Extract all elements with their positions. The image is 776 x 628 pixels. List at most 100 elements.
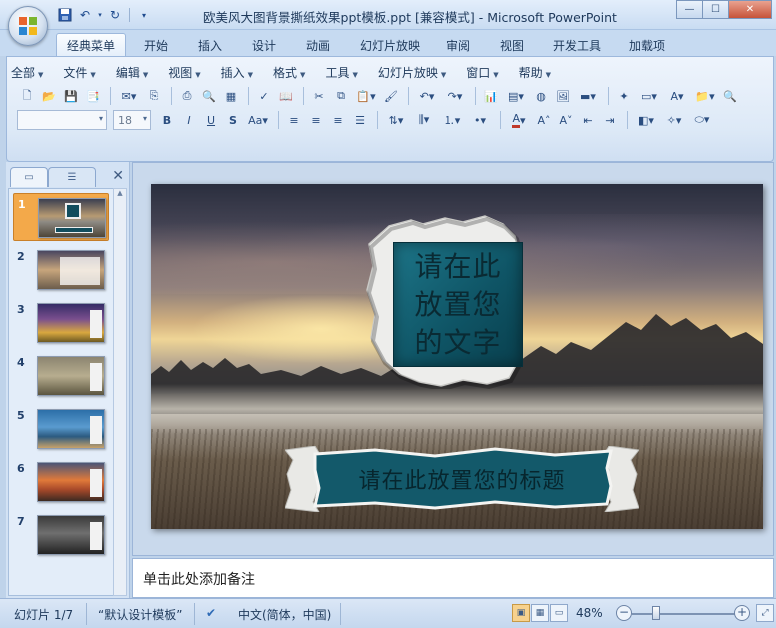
main-text[interactable]: 请在此 放置您 的文字 [393, 248, 523, 362]
shapes-icon[interactable]: ⬭▾ [689, 110, 715, 130]
tab-addins[interactable]: 加载项 [620, 34, 674, 56]
scroll-up-icon[interactable]: ▲ [114, 189, 126, 201]
close-pane-icon[interactable]: ✕ [112, 168, 124, 184]
slide-thumbnail-2[interactable]: 2 [13, 246, 109, 294]
save-icon[interactable]: 💾 [61, 86, 81, 106]
zoom-level[interactable]: 48% [576, 606, 603, 620]
chart-icon[interactable]: 📊 [481, 86, 501, 106]
slide-thumbnail-7[interactable]: 7 [13, 511, 109, 559]
customize-qat-icon[interactable]: ▾ [135, 6, 153, 24]
theme-name[interactable]: “默认设计模板” [98, 606, 182, 623]
zoom-slider[interactable] [632, 613, 736, 615]
numbering-icon[interactable]: ⒈▾ [439, 110, 465, 130]
textbox-icon[interactable]: A▾ [664, 86, 690, 106]
cut-icon[interactable]: ✂ [309, 86, 329, 106]
undo-icon[interactable]: ↶▾ [414, 86, 440, 106]
maximize-button[interactable]: ☐ [702, 0, 729, 19]
tab-view[interactable]: 视图 [490, 34, 534, 56]
slide-design-icon[interactable]: ◧▾ [633, 110, 659, 130]
zoom-slider-thumb[interactable] [652, 606, 660, 620]
save-icon[interactable] [56, 6, 74, 24]
fit-to-window-icon[interactable]: ⤢ [756, 604, 774, 622]
menu-file[interactable]: 文件 ▼ [63, 64, 95, 81]
slide-canvas[interactable]: 请在此 放置您 的文字 请在此放置您的标题 [151, 184, 763, 529]
align-right-icon[interactable]: ≡ [328, 110, 348, 130]
pdf-icon[interactable]: ⎘ [144, 86, 164, 106]
menu-view[interactable]: 视图 ▼ [168, 64, 200, 81]
tab-slideshow[interactable]: 幻灯片放映 [350, 34, 430, 56]
normal-view-icon[interactable]: ▣ [512, 604, 530, 622]
print-preview-icon[interactable]: 🔍 [199, 86, 219, 106]
language-indicator[interactable]: 中文(简体，中国) [238, 606, 331, 623]
grow-font-icon[interactable]: A˄ [534, 110, 554, 130]
tab-home[interactable]: 开始 [134, 34, 178, 56]
menu-all[interactable]: 全部 ▼ [11, 64, 43, 81]
menu-insert[interactable]: 插入 ▼ [221, 64, 253, 81]
undo-icon[interactable]: ↶ [76, 6, 94, 24]
font-size-combo[interactable]: 18 [113, 110, 151, 130]
slide-thumbnail-4[interactable]: 4 [13, 352, 109, 400]
clipart-icon[interactable]: ◍ [531, 86, 551, 106]
layout-icon[interactable]: ▭▾ [636, 86, 662, 106]
bold-icon[interactable]: B [157, 110, 177, 130]
tab-developer[interactable]: 开发工具 [544, 34, 610, 56]
outline-tab-icon[interactable]: ☰ [48, 167, 96, 187]
slide-thumbnail-1[interactable]: 1 [13, 193, 109, 241]
notes-pane[interactable]: 单击此处添加备注 [132, 558, 774, 598]
slideshow-view-icon[interactable]: ▭ [550, 604, 568, 622]
menu-format[interactable]: 格式 ▼ [273, 64, 305, 81]
color-scheme-icon[interactable]: ▬▾ [575, 86, 601, 106]
picture-icon[interactable]: 🖼 [553, 86, 573, 106]
zoom-icon[interactable]: 🔍 [720, 86, 740, 106]
menu-window[interactable]: 窗口 ▼ [466, 64, 498, 81]
undo-dropdown-icon[interactable]: ▾ [96, 6, 104, 24]
font-color-icon[interactable]: A ▾ [506, 110, 532, 130]
slide-thumbnail-3[interactable]: 3 [13, 299, 109, 347]
table-icon[interactable]: ▤▾ [503, 86, 529, 106]
justify-icon[interactable]: ☰ [350, 110, 370, 130]
grid-icon[interactable]: ▦ [221, 86, 241, 106]
shrink-font-icon[interactable]: A˅ [556, 110, 576, 130]
increase-indent-icon[interactable]: ⇥ [600, 110, 620, 130]
research-icon[interactable]: 📖 [276, 86, 296, 106]
columns-icon[interactable]: ⫼▾ [411, 110, 437, 130]
shadow-icon[interactable]: S [223, 110, 243, 130]
tab-design[interactable]: 设计 [242, 34, 286, 56]
email-icon[interactable]: ✉▾ [116, 86, 142, 106]
zoom-out-icon[interactable]: − [616, 605, 632, 621]
menu-slideshow[interactable]: 幻灯片放映 ▼ [378, 64, 446, 81]
minimize-button[interactable]: — [676, 0, 703, 19]
bullets-icon[interactable]: •▾ [467, 110, 493, 130]
format-painter-icon[interactable]: 🖌 [381, 86, 401, 106]
office-button[interactable] [8, 6, 48, 46]
new-slide-icon[interactable]: ✦ [614, 86, 634, 106]
slide-thumbnail-6[interactable]: 6 [13, 458, 109, 506]
decrease-indent-icon[interactable]: ⇤ [578, 110, 598, 130]
underline-icon[interactable]: U [201, 110, 221, 130]
slide-thumbnail-5[interactable]: 5 [13, 405, 109, 453]
spelling-icon[interactable]: ✓ [254, 86, 274, 106]
open-icon[interactable]: 📂 [39, 86, 59, 106]
permission-icon[interactable]: 📑 [83, 86, 103, 106]
slide-title[interactable]: 请在此放置您的标题 [321, 463, 603, 495]
align-center-icon[interactable]: ≡ [306, 110, 326, 130]
slides-tab-icon[interactable]: ▭ [10, 167, 48, 187]
align-left-icon[interactable]: ≡ [284, 110, 304, 130]
font-name-combo[interactable] [17, 110, 107, 130]
thumbnail-scrollbar[interactable]: ▲ [113, 188, 127, 596]
zoom-in-icon[interactable]: + [734, 605, 750, 621]
tab-classic-menu[interactable]: 经典菜单 [56, 33, 126, 57]
slide-sorter-icon[interactable]: ▦ [531, 604, 549, 622]
text-direction-icon[interactable]: ⇅▾ [383, 110, 409, 130]
menu-help[interactable]: 帮助 ▼ [519, 64, 551, 81]
animation-icon[interactable]: ✧▾ [661, 110, 687, 130]
menu-edit[interactable]: 编辑 ▼ [116, 64, 148, 81]
change-case-icon[interactable]: Aa▾ [245, 110, 271, 130]
close-button[interactable]: ✕ [728, 0, 772, 19]
tab-insert[interactable]: 插入 [188, 34, 232, 56]
spell-check-icon[interactable]: ✔ [206, 606, 216, 620]
torn-paper-textbox[interactable]: 请在此 放置您 的文字 [363, 214, 523, 389]
copy-icon[interactable]: ⧉ [331, 86, 351, 106]
paste-icon[interactable]: 📋▾ [353, 86, 379, 106]
print-icon[interactable]: ⎙ [177, 86, 197, 106]
